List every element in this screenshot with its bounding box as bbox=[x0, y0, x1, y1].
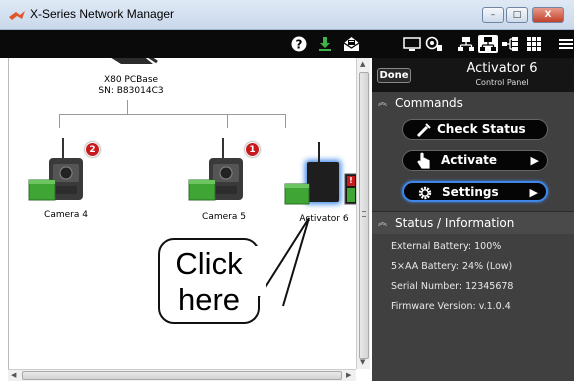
alert-count-badge: 1 bbox=[245, 142, 260, 157]
connector-line bbox=[227, 114, 228, 128]
collapse-chevron-icon: ︽ bbox=[378, 98, 388, 108]
scroll-thumb[interactable] bbox=[359, 72, 369, 359]
scroll-down-arrow-icon[interactable]: ▼ bbox=[360, 358, 365, 366]
commands-heading: Commands bbox=[395, 96, 463, 110]
network-selected-icon[interactable] bbox=[478, 35, 498, 53]
gear-icon bbox=[418, 186, 432, 200]
camera-5-node[interactable]: 1 bbox=[187, 136, 260, 206]
download-icon[interactable] bbox=[316, 35, 334, 53]
aa-battery-info: 5×AA Battery: 24% (Low) bbox=[391, 261, 513, 272]
settings-label: Settings bbox=[442, 185, 499, 199]
tree-icon[interactable] bbox=[500, 35, 520, 53]
window-title: X-Series Network Manager bbox=[30, 7, 175, 21]
menu-icon[interactable] bbox=[558, 35, 574, 53]
panel-subtitle: Control Panel bbox=[475, 78, 529, 87]
firmware-version-info: Firmware Version: v.1.0.4 bbox=[391, 301, 511, 312]
window-titlebar: X-Series Network Manager – □ X bbox=[0, 0, 574, 30]
mail-icon[interactable] bbox=[342, 35, 360, 53]
activate-label: Activate bbox=[441, 153, 498, 167]
callout-joint bbox=[252, 246, 266, 296]
check-status-label: Check Status bbox=[437, 122, 526, 136]
horizontal-scrollbar[interactable]: ◀ ▶ bbox=[8, 369, 356, 381]
alert-count-badge: 2 bbox=[85, 142, 100, 157]
panel-title: Activator 6 bbox=[466, 61, 538, 76]
status-heading: Status / Information bbox=[395, 216, 515, 230]
external-battery-info: External Battery: 100% bbox=[391, 241, 502, 252]
scroll-left-arrow-icon[interactable]: ◀ bbox=[11, 371, 16, 379]
scroll-up-arrow-icon[interactable]: ▲ bbox=[360, 60, 365, 68]
app-logo-icon bbox=[9, 11, 25, 20]
main-toolbar: ? bbox=[0, 30, 574, 58]
connector-line bbox=[59, 114, 60, 128]
base-station-serial: SN: B83014C3 bbox=[98, 86, 164, 96]
commands-section-header[interactable]: ︽ Commands bbox=[372, 92, 574, 114]
status-section-header[interactable]: ︽ Status / Information bbox=[372, 212, 574, 234]
low-battery-warning-icon: ! bbox=[347, 176, 355, 186]
camera-4-node[interactable]: 2 bbox=[27, 136, 100, 206]
monitor-icon[interactable] bbox=[402, 35, 422, 53]
scroll-right-arrow-icon[interactable]: ▶ bbox=[346, 371, 351, 379]
minimize-button[interactable]: – bbox=[482, 7, 504, 23]
camera-film-icon[interactable] bbox=[424, 35, 444, 53]
expand-arrow-icon: ▶ bbox=[530, 154, 539, 167]
callout-line-2: here bbox=[177, 282, 241, 317]
click-here-callout: Click here bbox=[158, 238, 260, 324]
base-station-icon[interactable] bbox=[101, 58, 161, 68]
base-station-name: X80 PCBase bbox=[103, 75, 159, 85]
svg-text:?: ? bbox=[296, 38, 303, 52]
callout-line-1: Click bbox=[175, 246, 243, 281]
network-icon[interactable] bbox=[456, 35, 476, 53]
activate-button[interactable]: Activate ▶ bbox=[402, 150, 548, 171]
done-button[interactable]: Done bbox=[377, 68, 411, 83]
collapse-chevron-icon: ︽ bbox=[378, 218, 388, 228]
grid-icon[interactable] bbox=[524, 35, 544, 53]
probe-icon bbox=[416, 123, 431, 138]
maximize-button[interactable]: □ bbox=[506, 7, 528, 23]
camera-4-label: Camera 4 bbox=[44, 210, 88, 220]
expand-arrow-icon: ▶ bbox=[529, 186, 538, 199]
help-icon[interactable]: ? bbox=[290, 35, 308, 53]
connector-line bbox=[59, 114, 285, 115]
vertical-scrollbar[interactable]: ▲ ▼ bbox=[356, 58, 370, 369]
connector-line bbox=[127, 100, 128, 114]
control-panel: Done Activator 6 Control Panel ︽ Command… bbox=[372, 58, 574, 381]
hand-pointer-icon bbox=[417, 152, 430, 169]
settings-button[interactable]: Settings ▶ bbox=[402, 181, 548, 202]
close-button[interactable]: X bbox=[532, 7, 564, 23]
panel-header: Done Activator 6 Control Panel bbox=[372, 58, 574, 92]
serial-number-info: Serial Number: 12345678 bbox=[391, 281, 514, 292]
check-status-button[interactable]: Check Status bbox=[402, 119, 548, 140]
connector-line bbox=[285, 114, 286, 128]
scroll-thumb[interactable] bbox=[22, 371, 342, 380]
